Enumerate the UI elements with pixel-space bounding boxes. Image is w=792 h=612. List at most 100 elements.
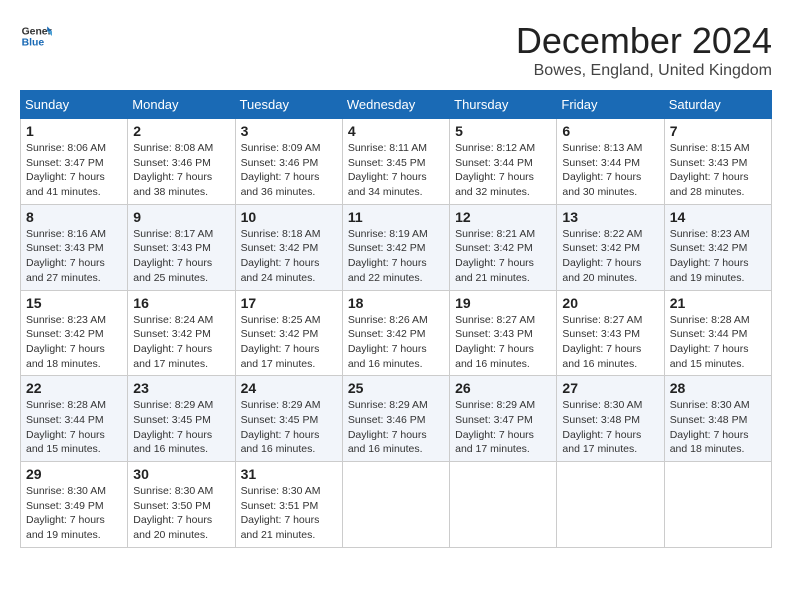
- day-number: 8: [26, 209, 122, 225]
- day-number: 3: [241, 123, 337, 139]
- calendar-day-cell: [450, 462, 557, 548]
- calendar-day-cell: 13 Sunrise: 8:22 AMSunset: 3:42 PMDaylig…: [557, 204, 664, 290]
- day-number: 10: [241, 209, 337, 225]
- calendar-day-cell: [664, 462, 771, 548]
- day-detail: Sunrise: 8:08 AMSunset: 3:46 PMDaylight:…: [133, 141, 229, 200]
- calendar-day-cell: 11 Sunrise: 8:19 AMSunset: 3:42 PMDaylig…: [342, 204, 449, 290]
- day-number: 23: [133, 380, 229, 396]
- day-detail: Sunrise: 8:18 AMSunset: 3:42 PMDaylight:…: [241, 227, 337, 286]
- day-detail: Sunrise: 8:19 AMSunset: 3:42 PMDaylight:…: [348, 227, 444, 286]
- page-title: December 2024: [516, 20, 772, 62]
- day-number: 28: [670, 380, 766, 396]
- calendar-day-cell: 2 Sunrise: 8:08 AMSunset: 3:46 PMDayligh…: [128, 119, 235, 205]
- day-number: 2: [133, 123, 229, 139]
- day-number: 29: [26, 466, 122, 482]
- calendar-week-2: 8 Sunrise: 8:16 AMSunset: 3:43 PMDayligh…: [21, 204, 772, 290]
- day-detail: Sunrise: 8:27 AMSunset: 3:43 PMDaylight:…: [562, 313, 658, 372]
- calendar-day-cell: [342, 462, 449, 548]
- day-detail: Sunrise: 8:29 AMSunset: 3:45 PMDaylight:…: [133, 398, 229, 457]
- day-number: 21: [670, 295, 766, 311]
- calendar-day-cell: 3 Sunrise: 8:09 AMSunset: 3:46 PMDayligh…: [235, 119, 342, 205]
- column-header-saturday: Saturday: [664, 91, 771, 119]
- day-number: 9: [133, 209, 229, 225]
- day-number: 26: [455, 380, 551, 396]
- calendar-day-cell: [557, 462, 664, 548]
- day-detail: Sunrise: 8:13 AMSunset: 3:44 PMDaylight:…: [562, 141, 658, 200]
- svg-text:Blue: Blue: [22, 38, 45, 49]
- column-header-sunday: Sunday: [21, 91, 128, 119]
- page-subtitle: Bowes, England, United Kingdom: [516, 62, 772, 80]
- day-number: 30: [133, 466, 229, 482]
- day-number: 20: [562, 295, 658, 311]
- title-area: December 2024 Bowes, England, United Kin…: [516, 20, 772, 80]
- day-detail: Sunrise: 8:23 AMSunset: 3:42 PMDaylight:…: [670, 227, 766, 286]
- calendar-week-1: 1 Sunrise: 8:06 AMSunset: 3:47 PMDayligh…: [21, 119, 772, 205]
- calendar-day-cell: 25 Sunrise: 8:29 AMSunset: 3:46 PMDaylig…: [342, 376, 449, 462]
- day-number: 19: [455, 295, 551, 311]
- day-detail: Sunrise: 8:28 AMSunset: 3:44 PMDaylight:…: [26, 398, 122, 457]
- calendar-day-cell: 4 Sunrise: 8:11 AMSunset: 3:45 PMDayligh…: [342, 119, 449, 205]
- calendar-week-3: 15 Sunrise: 8:23 AMSunset: 3:42 PMDaylig…: [21, 290, 772, 376]
- day-detail: Sunrise: 8:30 AMSunset: 3:48 PMDaylight:…: [670, 398, 766, 457]
- day-number: 13: [562, 209, 658, 225]
- day-number: 17: [241, 295, 337, 311]
- day-number: 25: [348, 380, 444, 396]
- day-number: 11: [348, 209, 444, 225]
- day-detail: Sunrise: 8:09 AMSunset: 3:46 PMDaylight:…: [241, 141, 337, 200]
- calendar-day-cell: 18 Sunrise: 8:26 AMSunset: 3:42 PMDaylig…: [342, 290, 449, 376]
- calendar-day-cell: 19 Sunrise: 8:27 AMSunset: 3:43 PMDaylig…: [450, 290, 557, 376]
- day-detail: Sunrise: 8:23 AMSunset: 3:42 PMDaylight:…: [26, 313, 122, 372]
- day-detail: Sunrise: 8:21 AMSunset: 3:42 PMDaylight:…: [455, 227, 551, 286]
- day-detail: Sunrise: 8:28 AMSunset: 3:44 PMDaylight:…: [670, 313, 766, 372]
- day-number: 7: [670, 123, 766, 139]
- day-detail: Sunrise: 8:29 AMSunset: 3:47 PMDaylight:…: [455, 398, 551, 457]
- calendar-day-cell: 9 Sunrise: 8:17 AMSunset: 3:43 PMDayligh…: [128, 204, 235, 290]
- day-detail: Sunrise: 8:16 AMSunset: 3:43 PMDaylight:…: [26, 227, 122, 286]
- calendar-day-cell: 5 Sunrise: 8:12 AMSunset: 3:44 PMDayligh…: [450, 119, 557, 205]
- calendar-day-cell: 17 Sunrise: 8:25 AMSunset: 3:42 PMDaylig…: [235, 290, 342, 376]
- day-detail: Sunrise: 8:26 AMSunset: 3:42 PMDaylight:…: [348, 313, 444, 372]
- calendar-day-cell: 23 Sunrise: 8:29 AMSunset: 3:45 PMDaylig…: [128, 376, 235, 462]
- day-number: 6: [562, 123, 658, 139]
- logo-icon: General Blue: [20, 20, 52, 52]
- day-detail: Sunrise: 8:24 AMSunset: 3:42 PMDaylight:…: [133, 313, 229, 372]
- calendar-day-cell: 27 Sunrise: 8:30 AMSunset: 3:48 PMDaylig…: [557, 376, 664, 462]
- day-detail: Sunrise: 8:29 AMSunset: 3:46 PMDaylight:…: [348, 398, 444, 457]
- calendar-day-cell: 6 Sunrise: 8:13 AMSunset: 3:44 PMDayligh…: [557, 119, 664, 205]
- calendar-table: SundayMondayTuesdayWednesdayThursdayFrid…: [20, 90, 772, 548]
- day-detail: Sunrise: 8:27 AMSunset: 3:43 PMDaylight:…: [455, 313, 551, 372]
- day-number: 18: [348, 295, 444, 311]
- calendar-day-cell: 28 Sunrise: 8:30 AMSunset: 3:48 PMDaylig…: [664, 376, 771, 462]
- day-number: 12: [455, 209, 551, 225]
- column-header-wednesday: Wednesday: [342, 91, 449, 119]
- calendar-day-cell: 14 Sunrise: 8:23 AMSunset: 3:42 PMDaylig…: [664, 204, 771, 290]
- day-number: 24: [241, 380, 337, 396]
- calendar-day-cell: 21 Sunrise: 8:28 AMSunset: 3:44 PMDaylig…: [664, 290, 771, 376]
- day-number: 27: [562, 380, 658, 396]
- calendar-week-4: 22 Sunrise: 8:28 AMSunset: 3:44 PMDaylig…: [21, 376, 772, 462]
- column-header-monday: Monday: [128, 91, 235, 119]
- day-detail: Sunrise: 8:11 AMSunset: 3:45 PMDaylight:…: [348, 141, 444, 200]
- day-detail: Sunrise: 8:15 AMSunset: 3:43 PMDaylight:…: [670, 141, 766, 200]
- calendar-day-cell: 8 Sunrise: 8:16 AMSunset: 3:43 PMDayligh…: [21, 204, 128, 290]
- column-header-friday: Friday: [557, 91, 664, 119]
- day-detail: Sunrise: 8:12 AMSunset: 3:44 PMDaylight:…: [455, 141, 551, 200]
- day-detail: Sunrise: 8:17 AMSunset: 3:43 PMDaylight:…: [133, 227, 229, 286]
- logo: General Blue: [20, 20, 52, 52]
- day-detail: Sunrise: 8:22 AMSunset: 3:42 PMDaylight:…: [562, 227, 658, 286]
- day-number: 4: [348, 123, 444, 139]
- calendar-week-5: 29 Sunrise: 8:30 AMSunset: 3:49 PMDaylig…: [21, 462, 772, 548]
- column-header-tuesday: Tuesday: [235, 91, 342, 119]
- calendar-day-cell: 29 Sunrise: 8:30 AMSunset: 3:49 PMDaylig…: [21, 462, 128, 548]
- calendar-day-cell: 1 Sunrise: 8:06 AMSunset: 3:47 PMDayligh…: [21, 119, 128, 205]
- day-number: 1: [26, 123, 122, 139]
- day-number: 16: [133, 295, 229, 311]
- day-number: 22: [26, 380, 122, 396]
- calendar-day-cell: 26 Sunrise: 8:29 AMSunset: 3:47 PMDaylig…: [450, 376, 557, 462]
- calendar-day-cell: 20 Sunrise: 8:27 AMSunset: 3:43 PMDaylig…: [557, 290, 664, 376]
- calendar-day-cell: 7 Sunrise: 8:15 AMSunset: 3:43 PMDayligh…: [664, 119, 771, 205]
- calendar-day-cell: 24 Sunrise: 8:29 AMSunset: 3:45 PMDaylig…: [235, 376, 342, 462]
- calendar-day-cell: 10 Sunrise: 8:18 AMSunset: 3:42 PMDaylig…: [235, 204, 342, 290]
- day-detail: Sunrise: 8:30 AMSunset: 3:51 PMDaylight:…: [241, 484, 337, 543]
- day-detail: Sunrise: 8:30 AMSunset: 3:48 PMDaylight:…: [562, 398, 658, 457]
